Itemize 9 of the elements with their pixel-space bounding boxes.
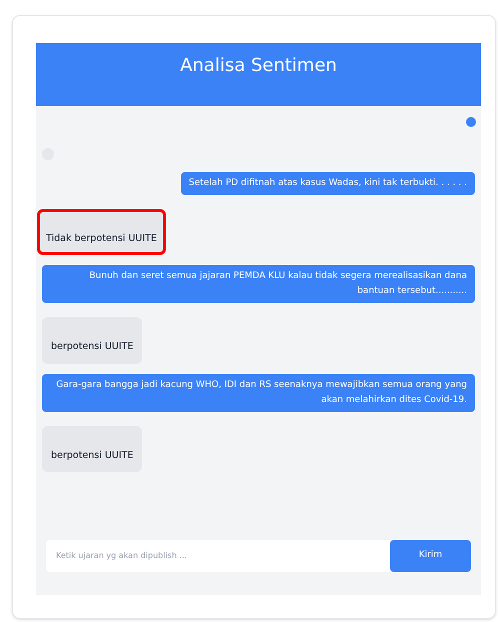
reply-message: berpotensi UUITE <box>42 426 142 472</box>
sent-message: Setelah PD difitnah atas kasus Wadas, kini tak terbukti. . . . . . <box>180 172 475 195</box>
sent-message: Gara-gara bangga jadi kacung WHO, IDI dan RS seenaknya mewajibkan semua orang yang akan melahirkan dites Covid-19. <box>42 374 475 412</box>
message-input-field[interactable]: Ketik ujaran yg akan dipublish ... <box>46 540 390 572</box>
send-button[interactable]: Kirim <box>390 540 471 572</box>
reply-message: Tidak berpotensi UUITE <box>37 209 166 256</box>
reply-message: berpotensi UUITE <box>42 317 142 364</box>
header-title: Analisa Sentimen <box>180 54 337 78</box>
sent-message: Bunuh dan seret semua jajaran PEMDA KLU kalau tidak segera merealisasikan dana bantuan tersebut........... <box>42 265 475 304</box>
